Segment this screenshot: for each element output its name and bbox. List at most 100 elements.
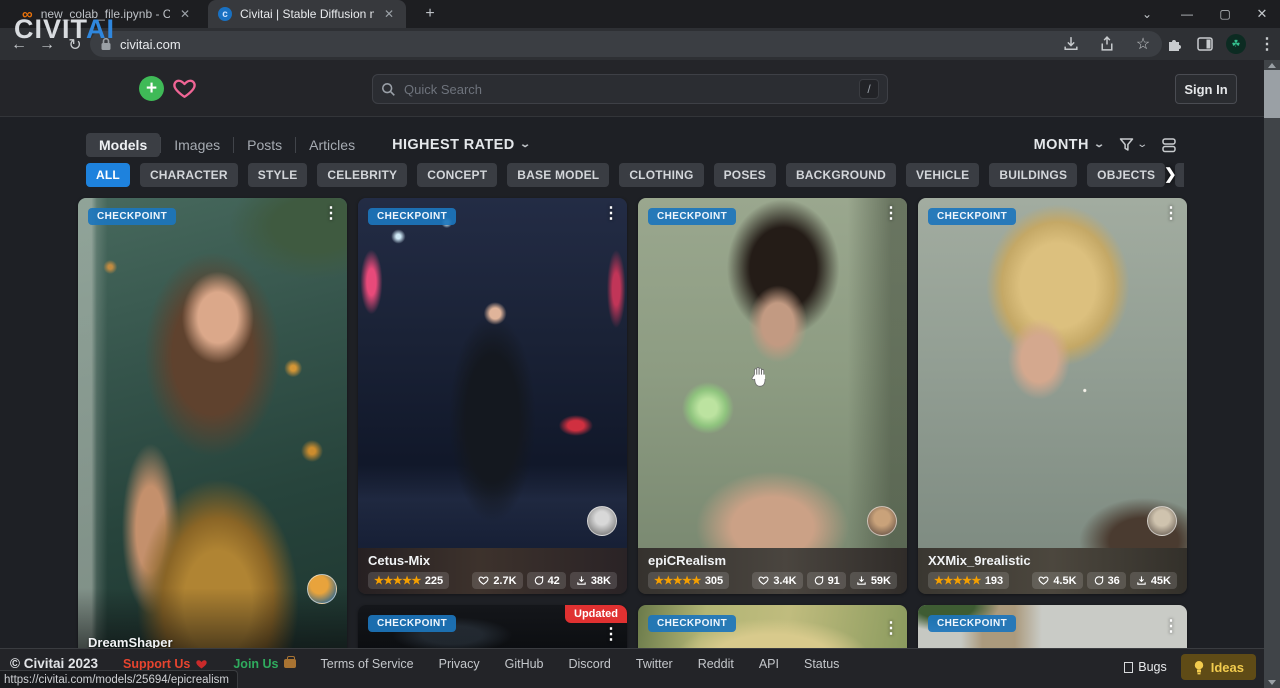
creator-avatar[interactable] bbox=[587, 506, 617, 536]
sort-dropdown[interactable]: HIGHEST RATED ⌄ bbox=[392, 137, 529, 153]
card-menu-icon[interactable]: ⋮ bbox=[603, 206, 619, 222]
tab-images[interactable]: Images bbox=[161, 133, 233, 157]
footer-link-privacy[interactable]: Privacy bbox=[439, 657, 480, 671]
footer-link-api[interactable]: API bbox=[759, 657, 779, 671]
card-footer: Cetus-Mix ★★★★★ 225 2.7K 42 bbox=[358, 548, 627, 594]
footer-link-reddit[interactable]: Reddit bbox=[698, 657, 734, 671]
chip-clothing[interactable]: CLOTHING bbox=[619, 163, 703, 187]
layout-toggle-icon[interactable] bbox=[1160, 136, 1178, 154]
footer-link-terms[interactable]: Terms of Service bbox=[321, 657, 414, 671]
chip-poses[interactable]: POSES bbox=[714, 163, 776, 187]
tab-civitai[interactable]: c Civitai | Stable Diffusion models, ✕ bbox=[208, 0, 406, 28]
creator-avatar[interactable] bbox=[307, 574, 337, 604]
card-menu-icon[interactable]: ⋮ bbox=[883, 621, 899, 637]
install-icon[interactable] bbox=[1062, 35, 1080, 53]
model-card-cetus-mix[interactable]: CHECKPOINT ⋮ Cetus-Mix ★★★★★ 225 2.7K bbox=[358, 198, 627, 594]
chip-concept[interactable]: CONCEPT bbox=[417, 163, 497, 187]
footer-link-support-us[interactable]: Support Us bbox=[123, 657, 208, 671]
footer-link-twitter[interactable]: Twitter bbox=[636, 657, 673, 671]
card-menu-icon[interactable]: ⋮ bbox=[323, 206, 339, 222]
window-close-button[interactable]: ✕ bbox=[1244, 0, 1280, 28]
sign-in-button[interactable]: Sign In bbox=[1175, 74, 1237, 104]
profile-avatar[interactable]: ☘ bbox=[1226, 34, 1246, 54]
tab-models[interactable]: Models bbox=[86, 133, 160, 157]
rating-count: 193 bbox=[985, 575, 1003, 587]
footer-link-status[interactable]: Status bbox=[804, 657, 839, 671]
content-type-tabs: Models Images Posts Articles bbox=[86, 133, 368, 157]
chip-base-model[interactable]: BASE MODEL bbox=[507, 163, 609, 187]
model-title: XXMix_9realistic bbox=[928, 553, 1177, 568]
creator-avatar[interactable] bbox=[867, 506, 897, 536]
chip-vehicle[interactable]: VEHICLE bbox=[906, 163, 979, 187]
model-type-badge: CHECKPOINT bbox=[648, 208, 736, 225]
civitai-logo[interactable]: CIVITAI bbox=[14, 14, 115, 45]
footer-link-github[interactable]: GitHub bbox=[505, 657, 544, 671]
mouse-cursor-hand bbox=[750, 366, 768, 390]
scrollbar-thumb[interactable] bbox=[1264, 70, 1280, 118]
filter-button[interactable]: ⌄ bbox=[1118, 136, 1146, 153]
chip-character[interactable]: CHARACTER bbox=[140, 163, 238, 187]
scroll-up-arrow[interactable] bbox=[1268, 63, 1276, 68]
bookmark-star-icon[interactable]: ☆ bbox=[1134, 35, 1152, 53]
model-stats: ★★★★★ 225 2.7K 42 38K bbox=[368, 572, 617, 589]
heart-icon bbox=[195, 658, 208, 670]
card-menu-icon[interactable]: ⋮ bbox=[603, 627, 619, 643]
favorites-heart-icon[interactable] bbox=[172, 76, 197, 101]
page-scrollbar[interactable] bbox=[1264, 60, 1280, 688]
model-preview-image[interactable]: CHECKPOINT ⋮ bbox=[638, 198, 907, 548]
briefcase-icon bbox=[284, 659, 296, 668]
tab-search-chevron-icon[interactable]: ⌄ bbox=[1132, 0, 1162, 28]
scroll-down-arrow[interactable] bbox=[1268, 680, 1276, 685]
search-shortcut-key: / bbox=[859, 79, 879, 99]
tab-close-icon[interactable]: ✕ bbox=[382, 7, 396, 21]
model-card-dreamshaper[interactable]: CHECKPOINT ⋮ DreamShaper bbox=[78, 198, 347, 658]
comment-icon bbox=[813, 575, 824, 586]
ideas-button[interactable]: Ideas bbox=[1181, 654, 1256, 680]
create-button[interactable]: + bbox=[139, 76, 164, 101]
model-preview-image[interactable]: CHECKPOINT ⋮ bbox=[358, 198, 627, 548]
card-menu-icon[interactable]: ⋮ bbox=[883, 206, 899, 222]
address-bar[interactable]: civitai.com ☆ bbox=[90, 31, 1162, 57]
browser-menu-icon[interactable]: ⋮ bbox=[1258, 35, 1276, 53]
tab-articles[interactable]: Articles bbox=[296, 133, 368, 157]
downloads-pill: 45K bbox=[1130, 572, 1177, 589]
card-footer: XXMix_9realistic ★★★★★ 193 4.5K 36 bbox=[918, 548, 1187, 594]
footer-link-join-us[interactable]: Join Us bbox=[233, 657, 295, 671]
extensions-icon[interactable] bbox=[1166, 35, 1184, 53]
chip-all[interactable]: ALL bbox=[86, 163, 130, 187]
search-input[interactable] bbox=[404, 82, 851, 97]
chip-celebrity[interactable]: CELEBRITY bbox=[317, 163, 407, 187]
window-minimize-button[interactable]: — bbox=[1168, 0, 1206, 28]
chips-scroll-next-icon[interactable]: ❯ bbox=[1164, 165, 1177, 183]
nav-right-controls: MONTH ⌄ ⌄ bbox=[1034, 131, 1178, 158]
comments-count: 91 bbox=[828, 575, 840, 587]
chip-buildings[interactable]: BUILDINGS bbox=[989, 163, 1077, 187]
star-rating-icon: ★★★★★ bbox=[374, 574, 421, 587]
tab-close-icon[interactable]: ✕ bbox=[178, 7, 192, 21]
bugs-link[interactable]: Bugs bbox=[1124, 660, 1167, 674]
chip-background[interactable]: BACKGROUND bbox=[786, 163, 896, 187]
creator-avatar[interactable] bbox=[1147, 506, 1177, 536]
model-card-epicrealism[interactable]: CHECKPOINT ⋮ epiCRealism ★★★★★ 305 3.4K bbox=[638, 198, 907, 594]
chip-style[interactable]: STYLE bbox=[248, 163, 308, 187]
side-panel-icon[interactable] bbox=[1196, 35, 1214, 53]
tab-posts[interactable]: Posts bbox=[234, 133, 295, 157]
card-menu-icon[interactable]: ⋮ bbox=[1163, 206, 1179, 222]
window-maximize-button[interactable]: ▢ bbox=[1206, 0, 1244, 28]
new-tab-button[interactable]: + bbox=[418, 4, 442, 24]
period-dropdown[interactable]: MONTH ⌄ bbox=[1034, 137, 1104, 153]
likes-count: 4.5K bbox=[1053, 575, 1076, 587]
link-status-bubble: https://civitai.com/models/25694/epicrea… bbox=[0, 670, 238, 688]
share-icon[interactable] bbox=[1098, 35, 1116, 53]
quick-search[interactable]: / bbox=[372, 74, 888, 104]
bug-icon bbox=[1124, 662, 1133, 673]
footer-link-discord[interactable]: Discord bbox=[569, 657, 611, 671]
card-menu-icon[interactable]: ⋮ bbox=[1163, 619, 1179, 635]
model-card-xxmix9realistic[interactable]: CHECKPOINT ⋮ XXMix_9realistic ★★★★★ 193 … bbox=[918, 198, 1187, 594]
model-title: epiCRealism bbox=[648, 553, 897, 568]
model-preview-image[interactable]: CHECKPOINT ⋮ DreamShaper bbox=[78, 198, 347, 658]
download-icon bbox=[576, 575, 587, 586]
chip-objects[interactable]: OBJECTS bbox=[1087, 163, 1165, 187]
comments-count: 42 bbox=[548, 575, 560, 587]
model-preview-image[interactable]: CHECKPOINT ⋮ bbox=[918, 198, 1187, 548]
